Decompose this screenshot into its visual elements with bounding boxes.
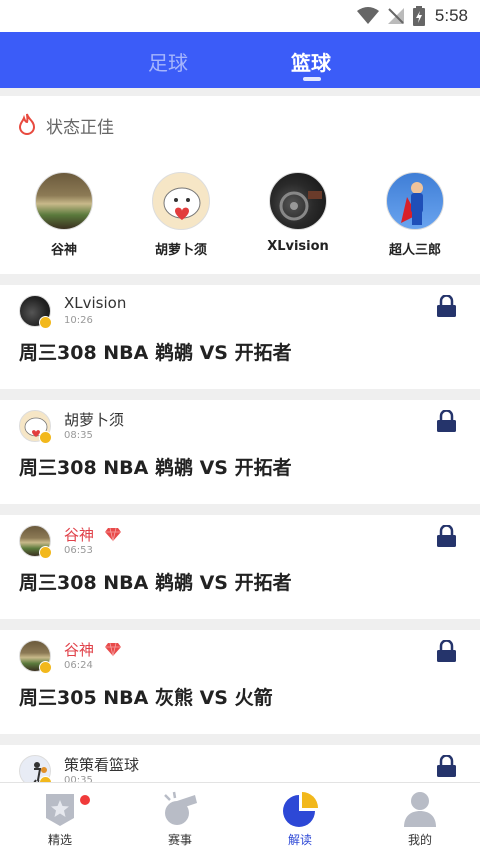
fire-icon [18, 113, 36, 135]
hot-experts-section: 状态正佳 谷神 胡萝卜须 XLvision 超人三郎 [0, 96, 480, 274]
tab-football[interactable]: 足球 [148, 47, 188, 76]
post-author: 谷神 [64, 641, 95, 659]
expert-item[interactable]: XLvision [253, 172, 343, 254]
tab-basketball[interactable]: 篮球 [291, 47, 331, 76]
pie-chart-icon [283, 792, 318, 827]
avatar [152, 172, 210, 230]
expert-item[interactable]: 超人三郎 [370, 172, 460, 258]
avatar [386, 172, 444, 230]
hot-section-title: 状态正佳 [46, 118, 114, 138]
verified-badge-icon [39, 431, 52, 444]
post-author: 胡萝卜须 [64, 411, 125, 429]
post-author: 策策看篮球 [64, 756, 140, 774]
wifi-icon [356, 7, 379, 24]
avatar [269, 172, 327, 230]
whistle-icon [164, 791, 197, 825]
lock-icon [437, 755, 456, 777]
post-title: 周三305 NBA 灰熊 VS 火箭 [19, 687, 273, 709]
post-time: 06:53 [64, 545, 93, 556]
bottom-nav: 精选 赛事 解读 我的 [0, 782, 480, 853]
avatar [35, 172, 93, 230]
nav-analysis[interactable]: 解读 [260, 791, 340, 848]
post-author: 谷神 [64, 526, 95, 544]
expert-name: 谷神 [50, 243, 77, 258]
nav-matches[interactable]: 赛事 [140, 791, 220, 848]
no-signal-icon [387, 8, 404, 24]
status-bar: 5:58 [0, 0, 480, 32]
nav-profile[interactable]: 我的 [380, 791, 460, 848]
verified-badge-icon [39, 661, 52, 674]
status-time: 5:58 [434, 6, 468, 25]
lock-icon [437, 640, 456, 662]
diamond-gem-icon [105, 642, 121, 657]
post-title: 周三308 NBA 鹈鹕 VS 开拓者 [19, 457, 292, 479]
verified-badge-icon [39, 316, 52, 329]
expert-name: 超人三郎 [388, 243, 441, 258]
battery-charging-icon [412, 6, 425, 26]
lock-icon [437, 410, 456, 432]
lock-icon [437, 295, 456, 317]
nav-label: 精选 [47, 833, 72, 847]
post-card[interactable]: XLvision 10:26 周三308 NBA 鹈鹕 VS 开拓者 [0, 285, 480, 389]
badge-star-icon [46, 794, 74, 826]
verified-badge-icon [39, 546, 52, 559]
nav-label: 赛事 [167, 833, 192, 847]
expert-name: XLvision [267, 239, 329, 254]
post-time: 06:24 [64, 660, 93, 671]
post-title: 周三308 NBA 鹈鹕 VS 开拓者 [19, 342, 292, 364]
notification-dot [80, 795, 90, 805]
post-card[interactable]: 胡萝卜须 08:35 周三308 NBA 鹈鹕 VS 开拓者 [0, 400, 480, 504]
expert-item[interactable]: 胡萝卜须 [136, 172, 226, 258]
nav-label: 解读 [287, 833, 312, 847]
person-icon [404, 792, 436, 827]
post-time: 10:26 [64, 315, 93, 326]
post-card[interactable]: 谷神 06:24 周三305 NBA 灰熊 VS 火箭 [0, 630, 480, 734]
post-title: 周三308 NBA 鹈鹕 VS 开拓者 [19, 572, 292, 594]
expert-item[interactable]: 谷神 [19, 172, 109, 258]
post-time: 08:35 [64, 430, 93, 441]
nav-label: 我的 [407, 833, 432, 847]
top-tab-bar: 足球 篮球 [0, 32, 480, 88]
post-card[interactable]: 谷神 06:53 周三308 NBA 鹈鹕 VS 开拓者 [0, 515, 480, 619]
diamond-gem-icon [105, 527, 121, 542]
post-author: XLvision [64, 294, 127, 312]
tab-indicator [303, 77, 321, 81]
lock-icon [437, 525, 456, 547]
expert-name: 胡萝卜须 [154, 243, 207, 258]
